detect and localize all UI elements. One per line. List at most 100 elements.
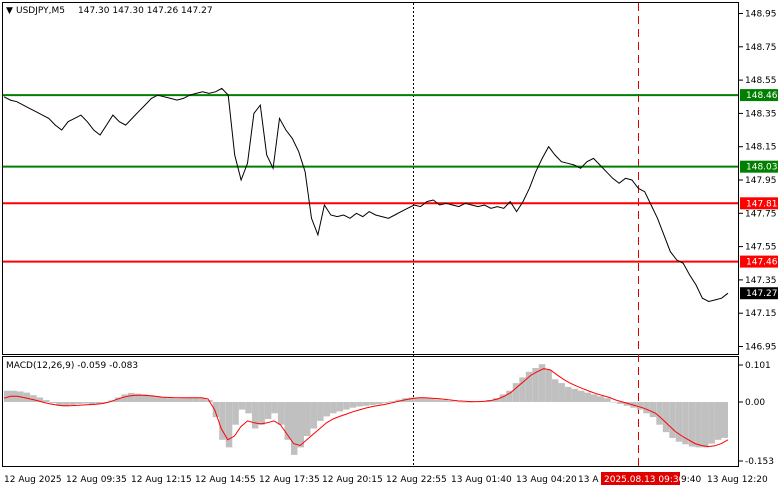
macd-bar (695, 402, 702, 448)
level-price-label: 147.46 (746, 258, 778, 268)
macd-bar (167, 398, 174, 402)
macd-bar (82, 402, 89, 404)
macd-bar (643, 402, 650, 414)
time-label: 12 Aug 2025 (4, 475, 62, 485)
price-tick-label: 148.15 (745, 143, 777, 153)
time-label: 12 Aug 14:55 (195, 475, 256, 485)
macd-bar (688, 402, 696, 447)
macd-bar (30, 395, 37, 402)
macd-bar (297, 402, 304, 448)
time-label: 12 Aug 12:15 (131, 475, 192, 485)
time-label: 12 Aug 17:35 (259, 475, 320, 485)
macd-bar (330, 402, 337, 414)
macd-bar (649, 402, 657, 418)
symbol-dropdown-icon[interactable]: ▼ (6, 6, 13, 16)
macd-bar (701, 402, 709, 448)
time-label: 13 Aug 01:40 (451, 475, 512, 485)
cursor-time-label: 2025.08.13 09:30 (604, 475, 685, 485)
macd-bar (610, 402, 618, 403)
macd-bar (277, 402, 285, 425)
macd-tick-zero: 0.00 (745, 398, 765, 408)
macd-label: MACD(12,26,9) -0.059 -0.083 (6, 361, 138, 371)
macd-bar (375, 402, 383, 405)
price-tick-label: 147.35 (745, 276, 777, 286)
time-label: 12 Aug 22:55 (386, 475, 447, 485)
macd-bar (447, 400, 454, 402)
macd-bar (258, 402, 265, 425)
macd-bar (317, 402, 324, 421)
macd-bar (245, 402, 252, 414)
macd-bar (49, 402, 57, 404)
level-price-label: 147.81 (746, 199, 778, 209)
macd-bar (454, 401, 461, 403)
macd-bar (571, 388, 578, 402)
time-label: 12 Aug 20:15 (322, 475, 383, 485)
macd-bar (225, 402, 233, 448)
macd-bar (127, 392, 135, 402)
time-label: 13 A (578, 475, 599, 485)
macd-bar (362, 402, 370, 406)
macd-bar (349, 402, 357, 408)
macd-bar (578, 390, 585, 402)
macd-bar (551, 379, 559, 402)
macd-bar (336, 402, 344, 412)
macd-bar (343, 402, 350, 410)
price-chart[interactable]: ▼ USDJPY,M5 147.30 147.30 147.26 147.27 … (0, 0, 781, 489)
level-price-label: 148.46 (746, 91, 778, 101)
price-tick-label: 148.95 (745, 10, 777, 20)
price-tick-label: 148.35 (745, 109, 777, 119)
macd-bar (264, 402, 272, 419)
macd-bar (558, 383, 565, 402)
macd-bar (662, 402, 670, 433)
ohlc-values: 147.30 147.30 147.26 147.27 (78, 6, 213, 16)
macd-bar (708, 402, 715, 444)
macd-bar (160, 397, 167, 402)
time-label: 9:40 (681, 475, 701, 485)
macd-bar (428, 398, 435, 402)
chart-window[interactable]: ▼ USDJPY,M5 147.30 147.30 147.26 147.27 … (0, 0, 781, 489)
price-tick-label: 147.95 (745, 176, 777, 186)
price-tick-label: 147.75 (745, 209, 777, 219)
price-tick-label: 147.15 (745, 309, 777, 319)
macd-bar (43, 400, 50, 402)
current-price-label: 147.27 (746, 289, 778, 299)
price-axis[interactable]: 148.95 148.75 148.55 148.35 148.15 147.95 147.… (739, 10, 777, 353)
symbol-label: USDJPY,M5 (16, 6, 65, 16)
current-price-tag: 147.27 (740, 287, 778, 300)
macd-bar (421, 397, 428, 402)
macd-bar (232, 402, 239, 425)
macd-bar (382, 402, 389, 404)
macd-bar (434, 399, 441, 402)
time-label: 13 Aug 12:20 (707, 475, 768, 485)
macd-bar (323, 402, 331, 417)
macd-bar (441, 400, 448, 402)
time-label: 13 Aug 04:20 (516, 475, 577, 485)
macd-bar (715, 402, 722, 440)
macd-tick-max: 0.101 (745, 361, 771, 371)
time-axis[interactable]: 12 Aug 2025 12 Aug 09:35 12 Aug 12:15 12… (4, 472, 768, 485)
macd-bar (291, 402, 298, 455)
macd-bar (75, 402, 83, 404)
macd-bar (545, 369, 552, 402)
macd-bar (310, 402, 318, 429)
macd-panel (2, 356, 739, 467)
macd-bar (356, 402, 363, 407)
price-tick-label: 146.95 (745, 343, 777, 353)
price-tick-label: 148.75 (745, 43, 777, 53)
price-tick-label: 147.55 (745, 243, 777, 253)
macd-bar (591, 394, 598, 402)
macd-bar (251, 402, 259, 429)
macd-bar (460, 402, 468, 403)
macd-bar (584, 392, 591, 402)
macd-bar (69, 402, 76, 405)
macd-bar (564, 386, 572, 402)
time-label: 12 Aug 09:35 (66, 475, 127, 485)
macd-bar (721, 402, 728, 438)
macd-bar (304, 402, 311, 436)
macd-bar (656, 402, 663, 425)
macd-bar (271, 402, 278, 414)
macd-bar (369, 402, 376, 405)
macd-bar (238, 402, 246, 410)
macd-bar (669, 402, 676, 438)
macd-tick-min: -0.153 (745, 457, 774, 467)
